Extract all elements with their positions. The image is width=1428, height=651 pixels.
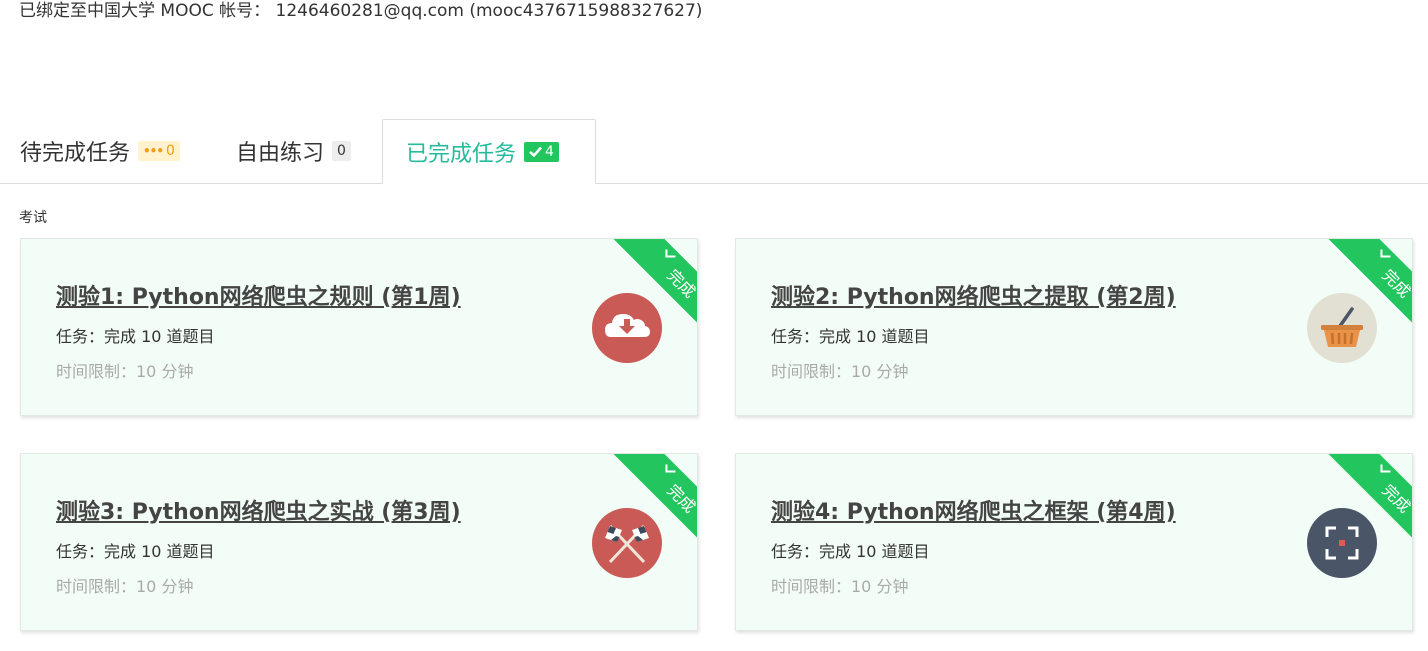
tab-free-practice-badge: 0 — [332, 141, 351, 161]
quiz-card: 测验3: Python网络爬虫之实战 (第3周) 任务：完成 10 道题目 时间… — [20, 453, 698, 631]
tab-pending[interactable]: 待完成任务 ••• 0 — [20, 119, 180, 183]
account-bind-text: 已绑定至中国大学 MOOC 帐号： 1246460281@qq.com (moo… — [19, 1, 703, 21]
tab-completed-badge: 4 — [524, 141, 559, 162]
completed-ribbon: 完成 — [607, 239, 697, 329]
completed-ribbon: 完成 — [1322, 239, 1412, 329]
tab-completed-count: 4 — [545, 143, 554, 160]
ribbon-check-icon — [1380, 464, 1391, 473]
ribbon-label: 完成 — [663, 265, 697, 302]
task-tabs: 待完成任务 ••• 0 自由练习 0 已完成任务 4 — [0, 119, 1428, 184]
ribbon-label: 完成 — [1378, 480, 1412, 517]
quiz-time-limit: 时间限制：10 分钟 — [771, 577, 909, 596]
ribbon-check-icon — [665, 249, 676, 258]
quiz-title-link[interactable]: 测验4: Python网络爬虫之框架 (第4周) — [771, 494, 1176, 526]
ribbon-check-icon — [1380, 249, 1391, 258]
quiz-task: 任务：完成 10 道题目 — [771, 327, 930, 346]
more-dots-icon: ••• — [143, 144, 164, 158]
ribbon-check-icon — [665, 464, 676, 473]
section-label-exam: 考试 — [19, 210, 47, 226]
quiz-time-limit: 时间限制：10 分钟 — [56, 577, 194, 596]
tab-free-practice-count: 0 — [337, 143, 346, 159]
quiz-time-limit: 时间限制：10 分钟 — [771, 362, 909, 381]
quiz-task: 任务：完成 10 道题目 — [56, 327, 215, 346]
tab-pending-badge: ••• 0 — [138, 141, 180, 161]
quiz-card: 测验1: Python网络爬虫之规则 (第1周) 任务：完成 10 道题目 时间… — [20, 238, 698, 416]
quiz-card: 测验2: Python网络爬虫之提取 (第2周) 任务：完成 10 道题目 时间… — [735, 238, 1413, 416]
check-icon — [529, 146, 542, 157]
tab-free-practice-label: 自由练习 — [236, 141, 325, 166]
tab-free-practice[interactable]: 自由练习 0 — [236, 119, 351, 183]
ribbon-label: 完成 — [1378, 265, 1412, 302]
completed-ribbon: 完成 — [1322, 454, 1412, 544]
quiz-card: 测验4: Python网络爬虫之框架 (第4周) 任务：完成 10 道题目 时间… — [735, 453, 1413, 631]
tab-pending-label: 待完成任务 — [20, 141, 131, 166]
quiz-title-link[interactable]: 测验1: Python网络爬虫之规则 (第1周) — [56, 279, 461, 311]
tab-completed[interactable]: 已完成任务 4 — [382, 119, 596, 184]
tab-pending-count: 0 — [166, 143, 175, 159]
ribbon-label: 完成 — [663, 480, 697, 517]
tab-completed-label: 已完成任务 — [406, 141, 517, 167]
quiz-task: 任务：完成 10 道题目 — [56, 542, 215, 561]
completed-ribbon: 完成 — [607, 454, 697, 544]
quiz-task: 任务：完成 10 道题目 — [771, 542, 930, 561]
quiz-title-link[interactable]: 测验3: Python网络爬虫之实战 (第3周) — [56, 494, 461, 526]
quiz-time-limit: 时间限制：10 分钟 — [56, 362, 194, 381]
quiz-title-link[interactable]: 测验2: Python网络爬虫之提取 (第2周) — [771, 279, 1176, 311]
